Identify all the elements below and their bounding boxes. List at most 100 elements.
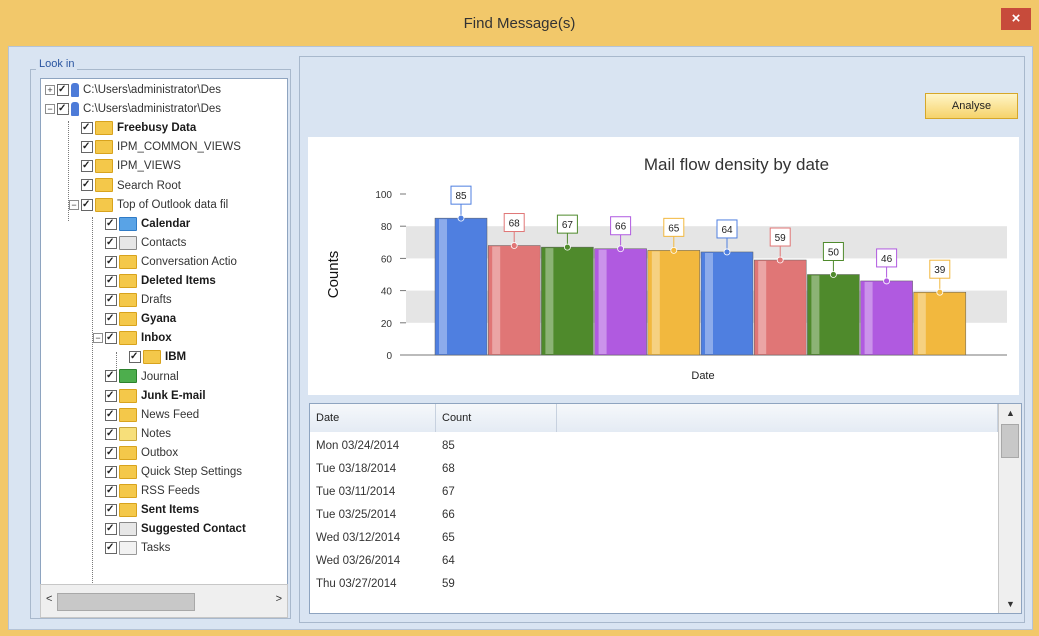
- checkbox-icon[interactable]: [105, 539, 117, 557]
- data-label: 46: [881, 254, 893, 265]
- data-label-dot: [510, 242, 518, 249]
- tree-node[interactable]: IPM_VIEWS: [81, 157, 181, 175]
- checkbox-icon[interactable]: [105, 272, 117, 290]
- table-cell-count[interactable]: 59: [442, 574, 455, 594]
- tree-expander-icon[interactable]: −: [69, 199, 79, 210]
- table-cell-count[interactable]: 66: [442, 505, 455, 525]
- tree-node[interactable]: Top of Outlook data fil: [81, 196, 228, 214]
- checkbox-icon[interactable]: [105, 387, 117, 405]
- scroll-right-icon[interactable]: >: [276, 593, 282, 605]
- tree-connector-line: [68, 121, 69, 221]
- table-vertical-scrollbar[interactable]: ▲ ▼: [998, 404, 1021, 613]
- checkbox-icon[interactable]: [105, 501, 117, 519]
- chart-bar-highlight: [758, 261, 767, 354]
- tree-expander-icon[interactable]: −: [93, 333, 103, 344]
- checkbox-icon[interactable]: [81, 196, 93, 214]
- y-tick-label: 20: [381, 319, 393, 330]
- tree-node[interactable]: Inbox: [105, 329, 172, 347]
- table-cell-count[interactable]: 85: [442, 436, 455, 456]
- scroll-thumb[interactable]: [1001, 424, 1019, 458]
- checkbox-icon[interactable]: [81, 119, 93, 137]
- tree-node[interactable]: News Feed: [105, 406, 199, 424]
- tree-node[interactable]: Gyana: [105, 310, 176, 328]
- checkbox-icon[interactable]: [105, 482, 117, 500]
- contacts-icon: [119, 235, 137, 250]
- data-label: 59: [775, 233, 787, 244]
- scroll-thumb[interactable]: [57, 593, 195, 611]
- table-cell-date[interactable]: Tue 03/18/2014: [316, 459, 396, 479]
- tree-node-label: IPM_COMMON_VIEWS: [117, 141, 241, 154]
- tree-expander-icon[interactable]: −: [45, 104, 55, 115]
- tree-node[interactable]: Quick Step Settings: [105, 463, 242, 481]
- tree-node-label: Drafts: [141, 294, 172, 307]
- checkbox-icon[interactable]: [105, 463, 117, 481]
- tree-node[interactable]: Suggested Contact: [105, 520, 246, 538]
- scroll-down-icon[interactable]: ▼: [1006, 599, 1015, 609]
- checkbox-icon[interactable]: [81, 138, 93, 156]
- tree-node[interactable]: Sent Items: [105, 501, 199, 519]
- tree-node-label: Freebusy Data: [117, 122, 197, 135]
- tree-node[interactable]: IBM: [129, 348, 186, 366]
- checkbox-icon[interactable]: [105, 215, 117, 233]
- tree-node[interactable]: IPM_COMMON_VIEWS: [81, 138, 241, 156]
- pst-icon: [71, 82, 79, 97]
- checkbox-icon[interactable]: [105, 253, 117, 271]
- table-cell-date[interactable]: Tue 03/25/2014: [316, 505, 396, 525]
- data-label-dot: [883, 277, 890, 285]
- tree-node[interactable]: Contacts: [105, 234, 186, 252]
- checkbox-icon[interactable]: [81, 157, 93, 175]
- tree-horizontal-scrollbar[interactable]: < >: [40, 584, 288, 618]
- table-cell-count[interactable]: 64: [442, 551, 455, 571]
- y-tick-label: 60: [381, 254, 393, 265]
- table-cell-date[interactable]: Thu 03/27/2014: [316, 574, 397, 594]
- column-header-count[interactable]: Count: [436, 404, 557, 432]
- tree-node[interactable]: C:\Users\administrator\Des: [57, 81, 221, 99]
- checkbox-icon[interactable]: [105, 291, 117, 309]
- checkbox-icon[interactable]: [105, 444, 117, 462]
- checkbox-icon[interactable]: [105, 310, 117, 328]
- table-cell-count[interactable]: 68: [442, 459, 455, 479]
- checkbox-icon[interactable]: [129, 348, 141, 366]
- checkbox-icon[interactable]: [105, 425, 117, 443]
- tree-node[interactable]: Junk E-mail: [105, 387, 206, 405]
- tree-node[interactable]: Freebusy Data: [81, 119, 196, 137]
- table-cell-count[interactable]: 67: [442, 482, 455, 502]
- checkbox-icon[interactable]: [105, 406, 117, 424]
- tree-node[interactable]: RSS Feeds: [105, 482, 200, 500]
- look-in-label: Look in: [36, 58, 78, 70]
- tree-node[interactable]: Outbox: [105, 444, 178, 462]
- checkbox-icon[interactable]: [81, 176, 93, 194]
- tree-node[interactable]: Search Root: [81, 176, 181, 195]
- tree-node[interactable]: C:\Users\administrator\Des: [57, 100, 221, 118]
- tree-node[interactable]: Notes: [105, 425, 171, 443]
- table-cell-date[interactable]: Tue 03/11/2014: [316, 482, 395, 502]
- tree-node[interactable]: Conversation Actio: [105, 253, 237, 271]
- column-header-date[interactable]: Date: [310, 404, 436, 432]
- tree-node[interactable]: Tasks: [105, 539, 170, 557]
- folder-tree[interactable]: + C:\Users\administrator\Des − C:\Users\adm…: [40, 78, 288, 586]
- tree-node-label: IPM_VIEWS: [117, 160, 181, 173]
- table-cell-date[interactable]: Mon 03/24/2014: [316, 436, 399, 456]
- tree-node-label: C:\Users\administrator\Des: [83, 84, 222, 96]
- checkbox-icon[interactable]: [105, 367, 117, 385]
- scroll-up-icon[interactable]: ▲: [1006, 408, 1015, 418]
- table-cell-count[interactable]: 65: [442, 528, 455, 548]
- chart-bar-highlight: [705, 252, 713, 354]
- table-cell-date[interactable]: Wed 03/12/2014: [316, 528, 400, 548]
- scroll-left-icon[interactable]: <: [46, 593, 52, 605]
- table-cell-date[interactable]: Wed 03/26/2014: [316, 551, 400, 571]
- chart-bar-highlight: [917, 293, 926, 354]
- results-table[interactable]: Date Count Mon 03/24/2014 85 Tue 03/18/201…: [309, 403, 1022, 614]
- close-button[interactable]: ×: [1001, 8, 1031, 30]
- checkbox-icon[interactable]: [105, 234, 117, 252]
- checkbox-icon[interactable]: [57, 81, 69, 99]
- tree-node[interactable]: Calendar: [105, 215, 190, 233]
- chart-bar-highlight: [545, 248, 554, 354]
- analyse-button[interactable]: Analyse: [925, 93, 1018, 119]
- checkbox-icon[interactable]: [105, 520, 117, 538]
- checkbox-icon[interactable]: [105, 329, 117, 347]
- tree-expander-icon[interactable]: +: [45, 85, 55, 95]
- tree-node[interactable]: Deleted Items: [105, 272, 216, 290]
- data-label: 39: [934, 265, 946, 276]
- tree-node[interactable]: Drafts: [105, 291, 172, 309]
